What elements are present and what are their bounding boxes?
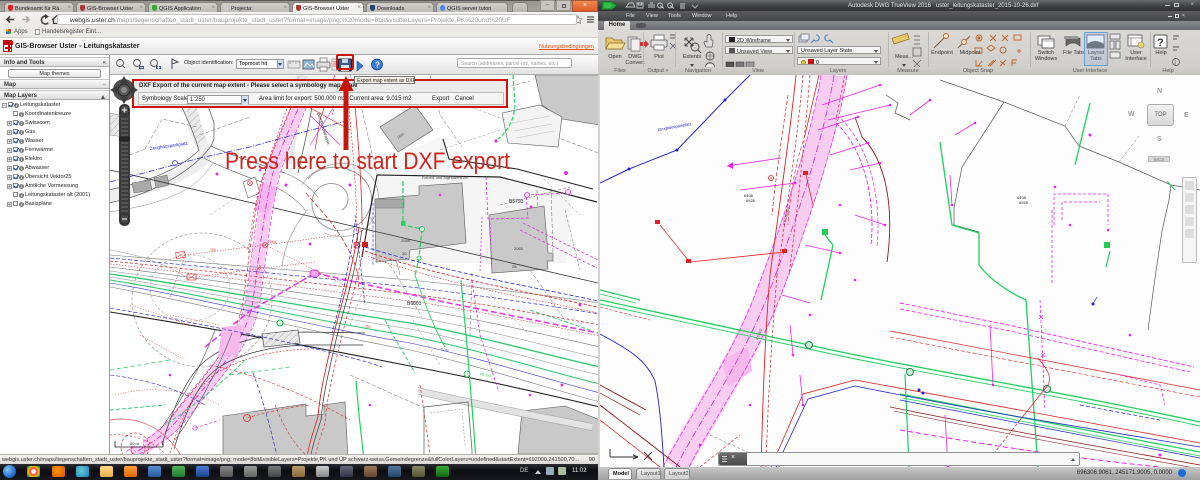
svg-text:2065: 2065: [514, 246, 524, 251]
svg-text:6928: 6928: [1019, 200, 1029, 205]
svg-text:50 m: 50 m: [130, 441, 140, 446]
svg-text:7593: 7593: [268, 240, 276, 244]
svg-text:?: ?: [1157, 37, 1164, 49]
svg-text:30: 30: [402, 251, 407, 256]
svg-text:700: 700: [210, 248, 216, 252]
svg-text:B6801: B6801: [407, 301, 422, 307]
svg-text:Press here to start DXF export: Press here to start DXF export: [225, 148, 510, 175]
svg-text:28: 28: [512, 264, 517, 269]
svg-text:6928: 6928: [746, 198, 756, 203]
svg-text:?: ?: [375, 61, 380, 70]
svg-text:Freizeit- und Jugendzentrum: Freizeit- und Jugendzentrum: [422, 176, 468, 180]
svg-text:2058: 2058: [401, 238, 411, 243]
